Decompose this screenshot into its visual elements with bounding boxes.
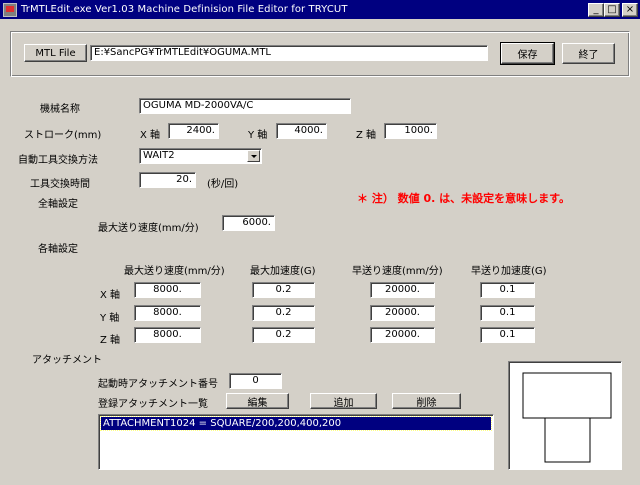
minimize-button[interactable]: _ [588,3,604,17]
axis-row-label-y: Y 軸 [100,313,120,324]
maximize-icon: □ [607,4,617,15]
add-attachment-button[interactable]: 追加 [310,393,377,409]
stroke-label: ストローク(mm) [24,130,102,141]
axis-row-label-z: Z 軸 [100,335,121,346]
col-header-max-feed: 最大送り速度(mm/分) [124,266,225,277]
col-header-rapid-feed: 早送り速度(mm/分) [352,266,443,277]
all-axes-section-label: 全軸設定 [38,199,78,210]
atc-method-select[interactable]: WAIT2 [139,148,262,164]
z-max-feed-field[interactable]: 8000. [134,327,201,343]
stroke-x-field[interactable]: 2400. [168,123,219,139]
atc-method-label: 自動工具交換方法 [18,155,98,166]
stroke-x-label: X 軸 [140,130,161,141]
startup-attachment-label: 起動時アタッチメント番号 [98,379,218,390]
save-button[interactable]: 保存 [500,42,555,65]
close-button[interactable]: × [622,3,638,17]
col-header-rapid-accel: 早送り加速度(G) [471,266,547,277]
attachment-list-label: 登録アタッチメント一覧 [98,399,208,410]
exit-button[interactable]: 終了 [562,43,615,64]
app-icon [3,2,17,17]
maximize-button[interactable]: □ [604,3,620,17]
each-axis-section-label: 各軸設定 [38,244,78,255]
axis-row-label-x: X 軸 [100,290,121,301]
y-rapid-accel-field[interactable]: 0.1 [480,305,535,321]
unset-value-note: ＊ 注） 数値 0. は、未設定を意味します。 [357,192,571,205]
attachment-preview [508,361,622,470]
y-rapid-feed-field[interactable]: 20000. [370,305,435,321]
x-max-feed-field[interactable]: 8000. [134,282,201,298]
edit-attachment-button[interactable]: 編集 [226,393,289,409]
stroke-z-field[interactable]: 1000. [384,123,437,139]
stroke-y-field[interactable]: 4000. [276,123,327,139]
machine-name-label: 機械名称 [40,104,80,115]
machine-name-field[interactable]: OGUMA MD-2000VA/C [139,98,351,114]
stroke-z-label: Z 軸 [356,130,377,141]
delete-attachment-button[interactable]: 削除 [392,393,461,409]
attachment-list[interactable]: ATTACHMENT1024 = SQUARE/200,200,400,200 [98,414,494,470]
window-title: TrMTLEdit.exe Ver1.03 Machine Definision… [21,4,348,15]
tool-change-time-unit: (秒/回) [207,179,239,190]
tool-change-time-field[interactable]: 20. [139,172,196,188]
stroke-y-label: Y 軸 [248,130,268,141]
close-icon: × [625,4,635,15]
list-item[interactable]: ATTACHMENT1024 = SQUARE/200,200,400,200 [100,416,492,431]
col-header-max-accel: 最大加速度(G) [250,266,316,277]
startup-attachment-field[interactable]: 0 [229,373,282,389]
x-rapid-accel-field[interactable]: 0.1 [480,282,535,298]
atc-method-value: WAIT2 [143,150,175,161]
mtl-file-button[interactable]: MTL File [24,44,87,62]
attachment-section-label: アタッチメント [32,355,102,366]
y-max-feed-field[interactable]: 8000. [134,305,201,321]
all-axes-max-feed-field[interactable]: 6000. [222,215,275,231]
z-rapid-accel-field[interactable]: 0.1 [480,327,535,343]
x-rapid-feed-field[interactable]: 20000. [370,282,435,298]
file-path-field[interactable]: E:¥SancPG¥TrMTLEdit¥OGUMA.MTL [90,45,488,61]
y-max-accel-field[interactable]: 0.2 [252,305,315,321]
x-max-accel-field[interactable]: 0.2 [252,282,315,298]
minimize-icon: _ [593,4,599,15]
z-rapid-feed-field[interactable]: 20000. [370,327,435,343]
title-bar[interactable]: TrMTLEdit.exe Ver1.03 Machine Definision… [0,0,640,19]
tool-change-time-label: 工具交換時間 [30,179,90,190]
chevron-down-icon[interactable] [247,150,260,162]
z-max-accel-field[interactable]: 0.2 [252,327,315,343]
attachment-shape-icon [522,372,612,463]
all-axes-max-feed-label: 最大送り速度(mm/分) [98,223,199,234]
